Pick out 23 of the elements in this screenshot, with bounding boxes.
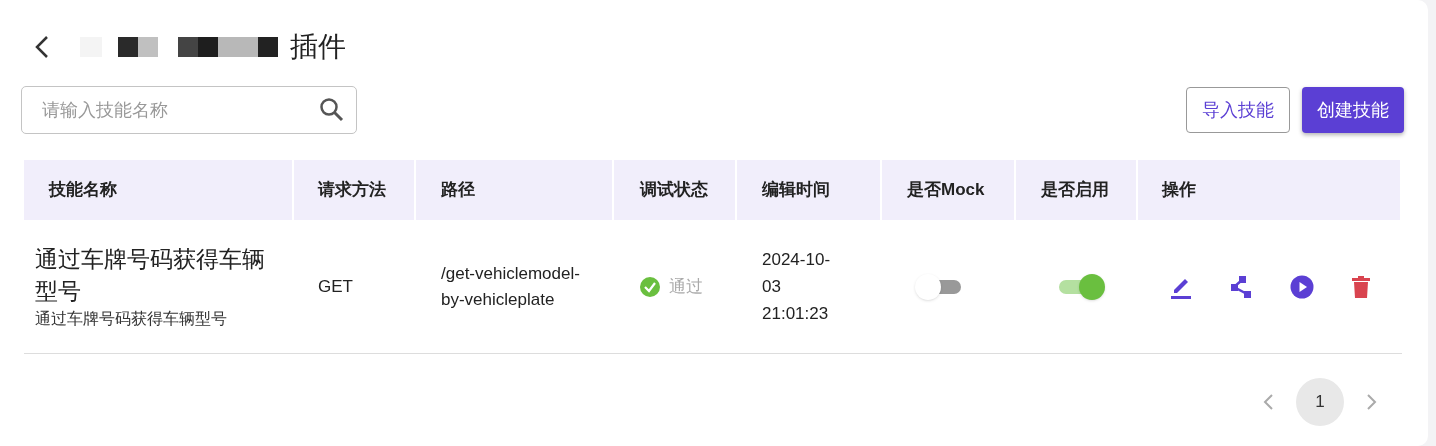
edit-time: 2024-10-03 21:01:23 xyxy=(762,249,832,325)
column-header: 是否Mock xyxy=(882,160,1014,220)
column-header: 编辑时间 xyxy=(737,160,880,220)
page-button[interactable]: 1 xyxy=(1296,378,1344,426)
play-icon[interactable] xyxy=(1290,274,1314,299)
page-title: 插件 xyxy=(290,30,346,64)
column-header: 路径 xyxy=(416,160,612,220)
search-field[interactable]: 请输入技能名称 xyxy=(21,86,357,134)
column-header: 请求方法 xyxy=(294,160,414,220)
column-header: 调试状态 xyxy=(614,160,735,220)
search-icon[interactable] xyxy=(319,97,345,123)
skill-name: 通过车牌号码获得车辆型号 xyxy=(35,244,266,306)
share-icon[interactable] xyxy=(1230,274,1252,299)
column-header: 技能名称 xyxy=(24,160,292,220)
column-header: 操作 xyxy=(1138,160,1400,220)
column-header: 是否启用 xyxy=(1016,160,1136,220)
create-skill-button[interactable]: 创建技能 xyxy=(1302,87,1404,133)
skill-description: 通过车牌号码获得车辆型号 xyxy=(35,308,227,329)
debug-status: 通过 xyxy=(669,275,703,298)
request-path: /get-vehiclemodel-by-vehicleplate xyxy=(441,262,581,311)
import-skill-button[interactable]: 导入技能 xyxy=(1186,87,1290,133)
request-method: GET xyxy=(318,275,353,298)
delete-icon[interactable] xyxy=(1352,275,1370,298)
